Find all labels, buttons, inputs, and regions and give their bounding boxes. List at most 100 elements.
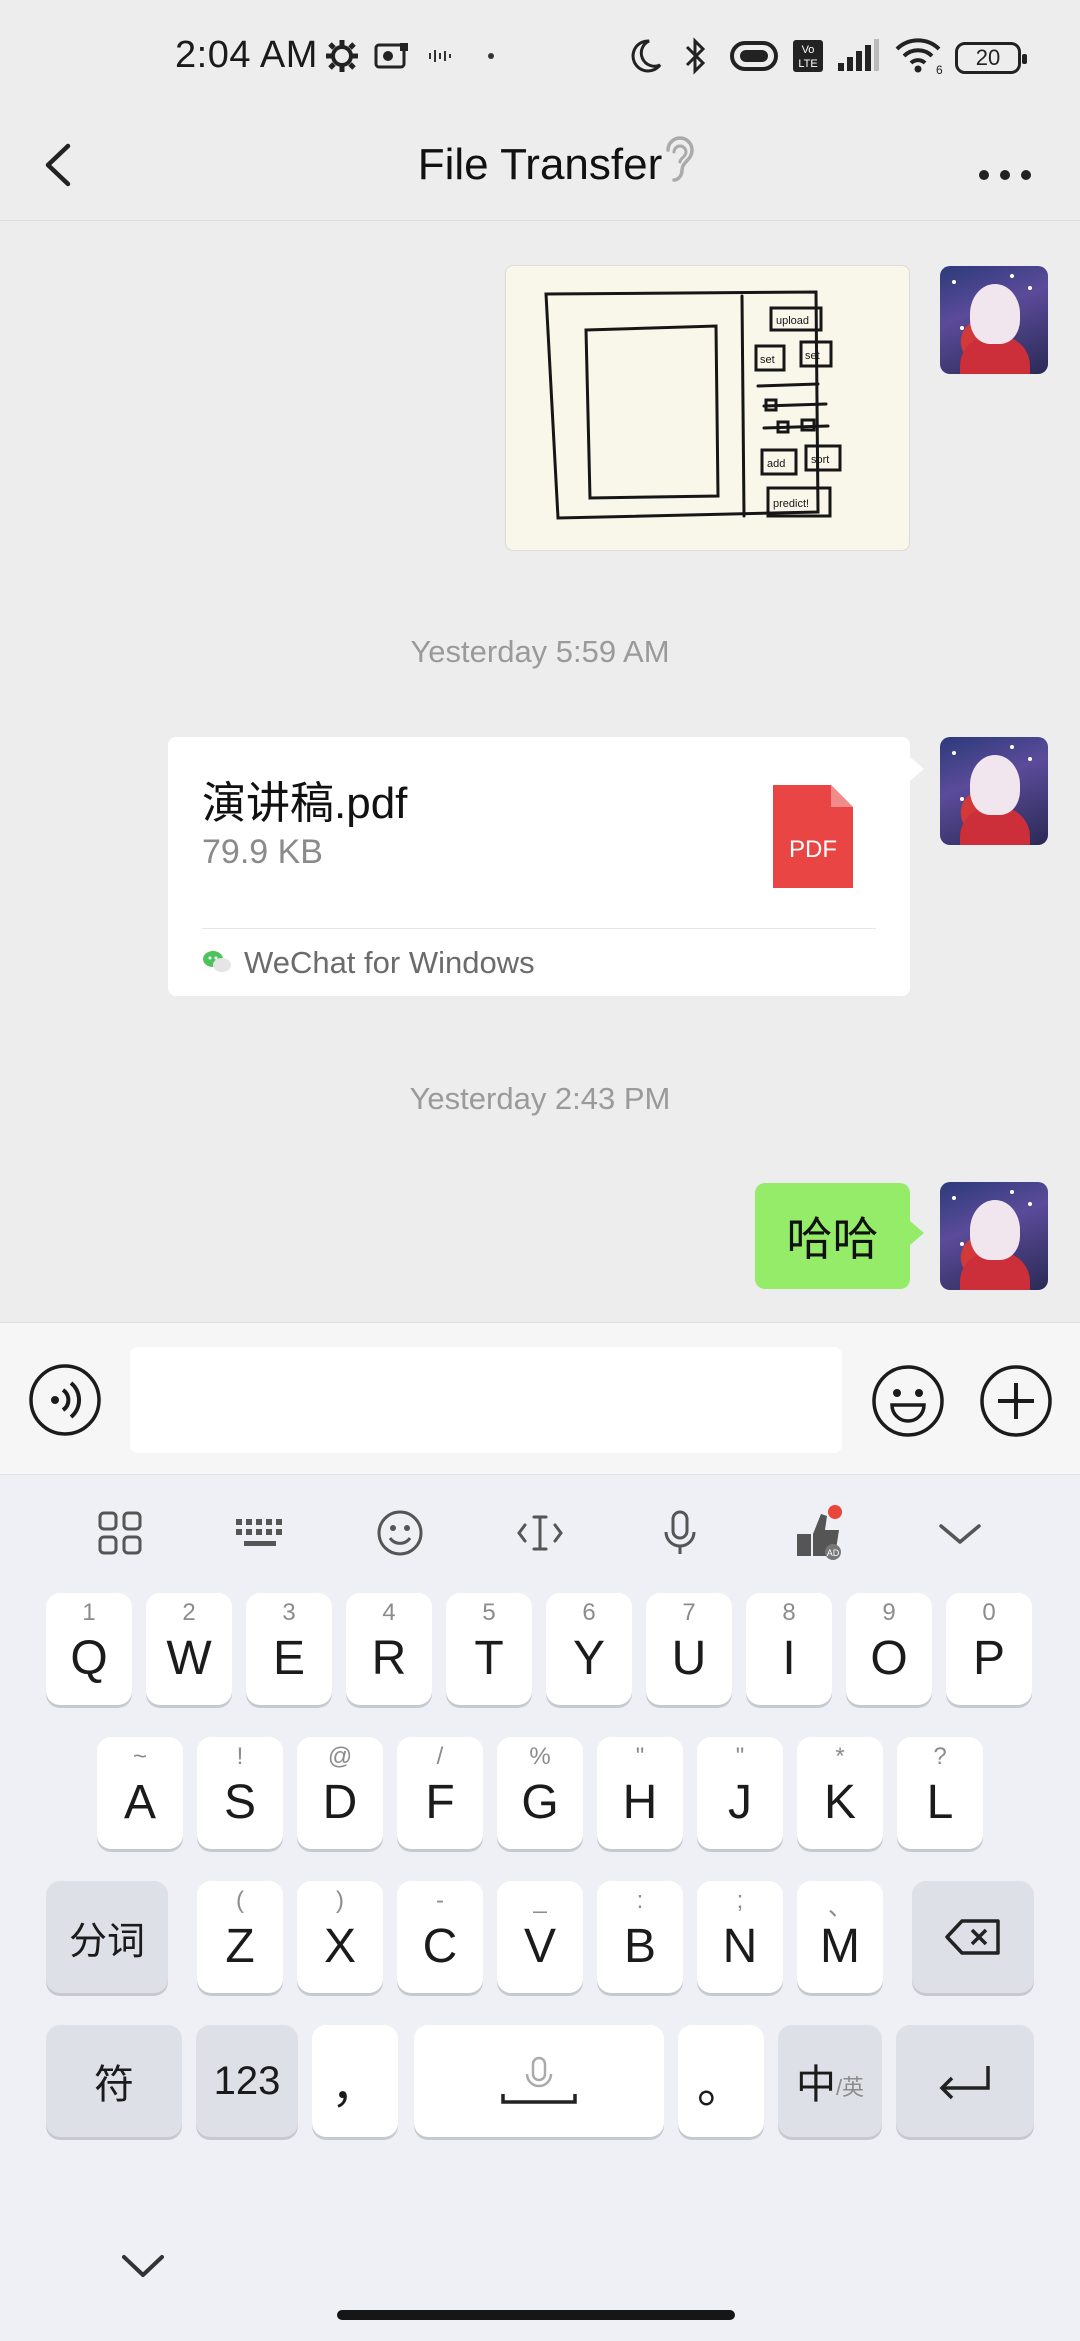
ad-icon[interactable]: AD: [790, 1503, 850, 1563]
key-s[interactable]: ! S: [197, 1737, 283, 1849]
chevron-down-icon: [122, 2255, 164, 2277]
file-message[interactable]: 演讲稿.pdf 79.9 KB PDF WeChat for Windows: [168, 737, 924, 996]
signal-icon: [835, 36, 881, 76]
key-f[interactable]: / F: [397, 1737, 483, 1849]
key-t[interactable]: 5T: [446, 1593, 532, 1705]
language-sub: /英: [835, 2075, 865, 2100]
language-switch-key[interactable]: 中/英: [778, 2025, 882, 2137]
avatar[interactable]: [940, 737, 1048, 845]
emoji-icon: [872, 1365, 944, 1437]
symbol-key[interactable]: 符: [46, 2025, 182, 2137]
space-key[interactable]: [414, 2025, 664, 2137]
volte-icon: Vo LTE: [791, 36, 825, 76]
voice-input-button[interactable]: [28, 1363, 102, 1437]
pdf-badge-label: PDF: [789, 836, 837, 863]
key-c[interactable]: -C: [397, 1881, 483, 1993]
sketch-label-sort: sort: [811, 454, 829, 466]
chat-header: File Transfer: [0, 110, 1080, 221]
keyboard-hide-button[interactable]: [118, 2247, 168, 2287]
key-o[interactable]: 9O: [846, 1593, 932, 1705]
timestamp: Yesterday 5:59 AM: [410, 634, 670, 669]
period-key[interactable]: 。: [678, 2025, 764, 2137]
key-n[interactable]: ; N: [697, 1881, 783, 1993]
enter-key[interactable]: [896, 2025, 1034, 2137]
key-w[interactable]: 2W: [146, 1593, 232, 1705]
key-r[interactable]: 4R: [346, 1593, 432, 1705]
emoji-button[interactable]: [870, 1363, 946, 1439]
sketch-label-set-2: set: [805, 350, 820, 362]
file-size: 79.9 KB: [202, 833, 323, 871]
space-mic-icon: [501, 2056, 577, 2104]
cursor-icon[interactable]: [510, 1503, 570, 1563]
apps-grid-icon[interactable]: [90, 1503, 150, 1563]
svg-text:AD: AD: [827, 1548, 840, 1558]
status-time: 2:04 AM: [175, 34, 318, 76]
number-key[interactable]: 123: [196, 2025, 298, 2137]
more-dots-icon: [979, 170, 1031, 180]
key-j[interactable]: " J: [697, 1737, 783, 1849]
sketch-label-upload: upload: [776, 315, 809, 327]
more-options-button[interactable]: [970, 132, 1040, 198]
avatar[interactable]: [940, 266, 1048, 374]
card-divider: [202, 928, 876, 929]
chevron-down-icon[interactable]: [930, 1503, 990, 1563]
key-d[interactable]: @ D: [297, 1737, 383, 1849]
segment-key[interactable]: 分词: [46, 1881, 168, 1993]
emoji-icon[interactable]: [370, 1503, 430, 1563]
gear-icon: [322, 36, 362, 76]
wifi-icon: 6: [892, 36, 944, 76]
language-main: 中: [795, 2063, 836, 2107]
battery-icon: 20: [955, 42, 1027, 74]
svg-text:LTE: LTE: [798, 58, 817, 70]
input-bar: [0, 1322, 1080, 1475]
key-b[interactable]: :B: [597, 1881, 683, 1993]
bluetooth-icon: [678, 36, 714, 76]
moon-icon: [626, 36, 666, 76]
backspace-key[interactable]: [912, 1881, 1034, 1993]
key-p[interactable]: 0P: [946, 1593, 1032, 1705]
keyboard: AD 1Q 2W 3E 4R 5T 6Y 7U 8I 9O 0P ~ A ! S @…: [0, 1474, 1080, 2341]
sketch-image: upload set set add sort predict!: [544, 290, 842, 520]
key-l[interactable]: ? L: [897, 1737, 983, 1849]
sketch-label-predict: predict!: [773, 498, 809, 510]
ear-icon: [660, 132, 696, 184]
key-k[interactable]: * K: [797, 1737, 883, 1849]
pdf-file-icon: PDF: [773, 785, 853, 888]
key-q[interactable]: 1Q: [46, 1593, 132, 1705]
avatar[interactable]: [940, 1182, 1048, 1290]
battery-level: 20: [975, 45, 1001, 70]
key-x[interactable]: ) X: [297, 1881, 383, 1993]
wechat-icon: [202, 949, 232, 975]
key-y[interactable]: 6Y: [546, 1593, 632, 1705]
sketch-label-add: add: [767, 458, 785, 470]
key-h[interactable]: " H: [597, 1737, 683, 1849]
message-input[interactable]: [130, 1347, 842, 1453]
svg-text:Vo: Vo: [802, 44, 815, 56]
chat-title: File Transfer: [417, 140, 663, 189]
key-e[interactable]: 3E: [246, 1593, 332, 1705]
key-v[interactable]: _ V: [497, 1881, 583, 1993]
photo-icon: [372, 36, 412, 76]
svg-text:6: 6: [936, 63, 943, 75]
voicemail-icon: [425, 36, 459, 76]
comma-key[interactable]: ，: [312, 2025, 398, 2137]
mic-icon[interactable]: [650, 1503, 710, 1563]
home-indicator[interactable]: [337, 2310, 735, 2320]
key-a[interactable]: ~ A: [97, 1737, 183, 1849]
image-message[interactable]: upload set set add sort predict!: [505, 265, 910, 551]
key-u[interactable]: 7U: [646, 1593, 732, 1705]
backspace-icon: [945, 1919, 1000, 1955]
key-z[interactable]: (Z: [197, 1881, 283, 1993]
key-m[interactable]: 、 M: [797, 1881, 883, 1993]
key-i[interactable]: 8I: [746, 1593, 832, 1705]
plus-icon: [980, 1365, 1052, 1437]
status-bar: 2:04 AM Vo LTE 6 20: [0, 0, 1080, 110]
text-message[interactable]: 哈哈: [755, 1183, 924, 1289]
sketch-label-set-1: set: [760, 354, 775, 366]
timestamp: Yesterday 2:43 PM: [409, 1081, 671, 1116]
keyboard-icon[interactable]: [230, 1503, 290, 1563]
enter-icon: [939, 2066, 990, 2100]
more-functions-button[interactable]: [978, 1363, 1054, 1439]
key-g[interactable]: % G: [497, 1737, 583, 1849]
dot-icon: [484, 36, 498, 76]
